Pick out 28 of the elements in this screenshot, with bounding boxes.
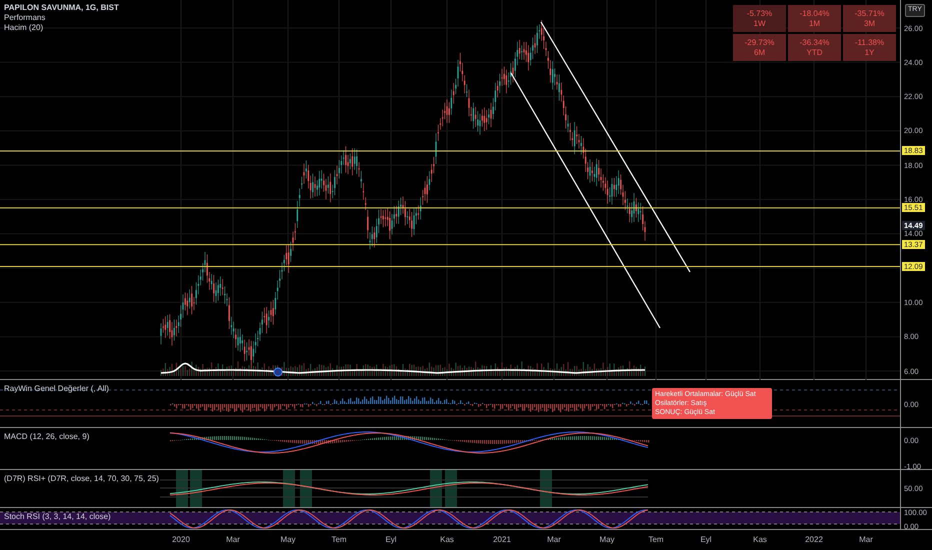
time-axis-label: Eyl	[700, 535, 712, 545]
time-axis-label: Kas	[753, 535, 767, 545]
performance-cell: -36.34% YTD	[788, 34, 841, 61]
indicator-legend: Performans	[4, 13, 119, 23]
time-axis-label: Tem	[331, 535, 347, 545]
performance-cell: -18.04% 1M	[788, 5, 841, 32]
time-axis-label: Eyl	[385, 535, 397, 545]
time-axis-label: May	[599, 535, 615, 545]
time-axis-label: 2020	[172, 535, 190, 545]
time-axis-label: Mar	[859, 535, 873, 545]
performance-cell: -5.73% 1W	[733, 5, 786, 32]
performance-cell: -29.73% 6M	[733, 34, 786, 61]
performance-cell: -11.38% 1Y	[843, 34, 896, 61]
time-axis-label: Kas	[440, 535, 454, 545]
indicator-title: MACD (12, 26, close, 9)	[4, 432, 90, 442]
indicator-title: (D7R) RSI+ (D7R, close, 14, 70, 30, 75, 25)	[4, 474, 159, 484]
time-axis-label: Mar	[547, 535, 561, 545]
time-axis-label: 2022	[805, 535, 823, 545]
indicator-title: RayWin Genel Değerler (, All)	[4, 384, 109, 394]
performance-cell: -35.71% 3M	[843, 5, 896, 32]
time-axis-label: Mar	[226, 535, 240, 545]
time-axis-label: Tem	[648, 535, 664, 545]
time-axis-label: May	[280, 535, 296, 545]
time-axis-label: 2021	[493, 535, 511, 545]
chart-title: PAPILON SAVUNMA, 1G, BIST	[4, 3, 119, 13]
event-marker-icon[interactable]	[274, 368, 282, 376]
indicator-title: Stoch RSI (3, 3, 14, 14, close)	[4, 512, 111, 522]
indicator-legend: Hacim (20)	[4, 23, 119, 33]
